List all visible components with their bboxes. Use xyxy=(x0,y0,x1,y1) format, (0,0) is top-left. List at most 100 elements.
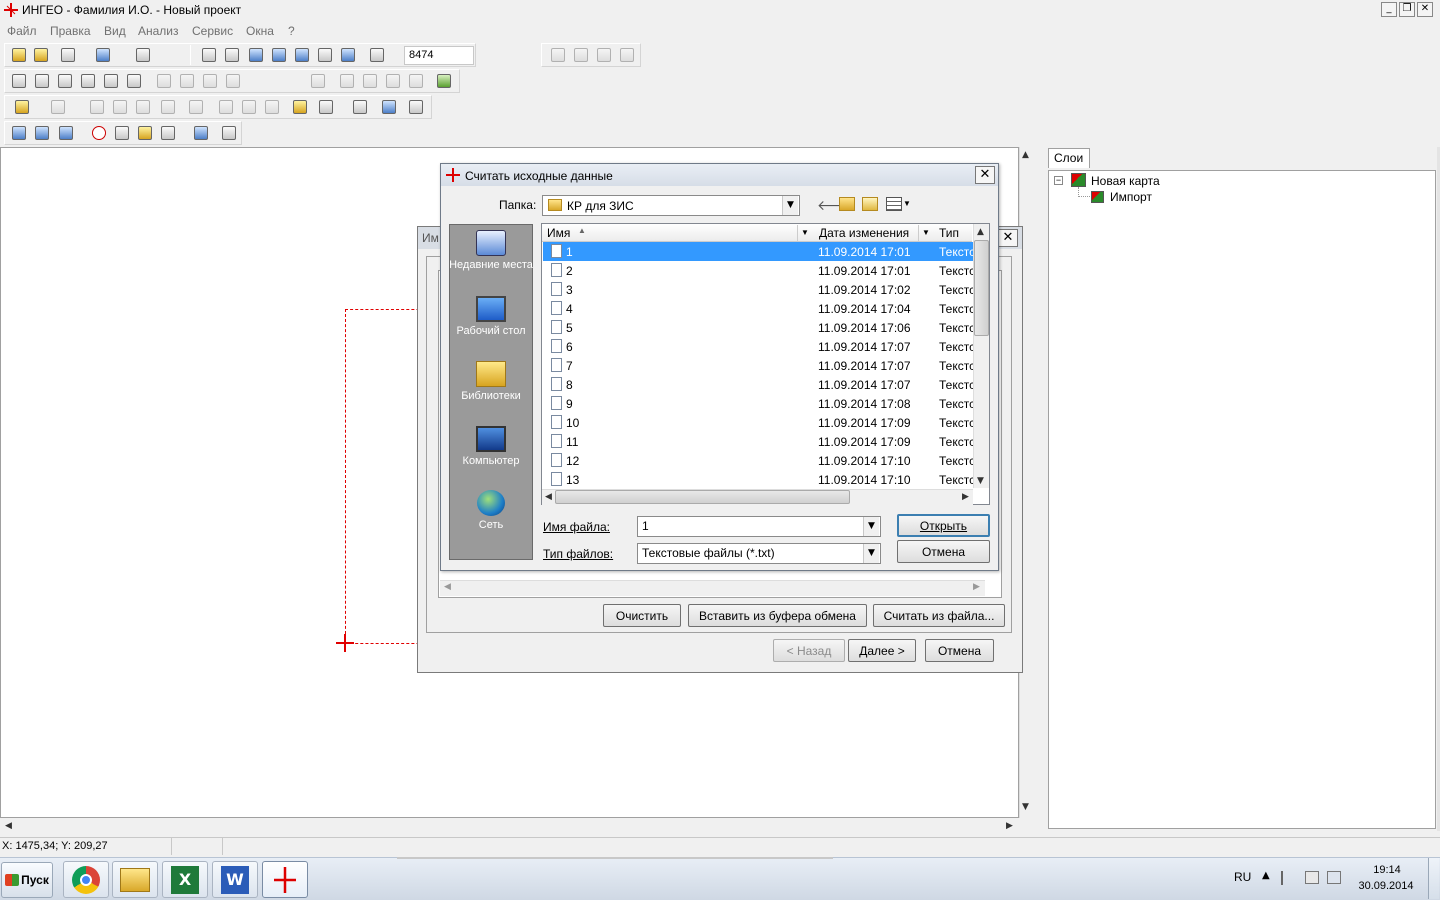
stop-button[interactable] xyxy=(89,123,109,143)
file-row[interactable]: 2 11.09.2014 17:01 Текстс xyxy=(543,261,975,280)
language-indicator[interactable]: RU xyxy=(1234,870,1251,884)
wizard-horizontal-scrollbar[interactable] xyxy=(440,580,985,596)
taskbar-explorer[interactable] xyxy=(112,861,158,898)
edit-tool-2-button[interactable] xyxy=(110,97,130,117)
taskbar-excel[interactable]: X xyxy=(162,861,208,898)
chevron-down-icon[interactable]: ▼ xyxy=(863,544,879,563)
zoom-previous-button[interactable] xyxy=(338,45,358,65)
disabled-select-1-button[interactable] xyxy=(154,71,174,91)
filetype-select[interactable]: Текстовые файлы (*.txt) xyxy=(637,543,881,564)
file-row[interactable]: 3 11.09.2014 17:02 Текстс xyxy=(543,280,975,299)
layer-tree-item[interactable]: Импорт xyxy=(1110,190,1152,204)
zoom-window-button[interactable] xyxy=(246,45,266,65)
scroll-thumb[interactable] xyxy=(555,490,850,504)
disabled-select-7-button[interactable] xyxy=(360,71,380,91)
paste-objects-button[interactable] xyxy=(290,97,310,117)
collapse-icon[interactable]: − xyxy=(1054,176,1063,185)
column-date[interactable]: Дата изменения xyxy=(819,226,909,240)
select-circle-button[interactable] xyxy=(78,71,98,91)
disabled-select-5-button[interactable] xyxy=(308,71,328,91)
disabled-tool-1-button[interactable] xyxy=(548,45,568,65)
menu-view[interactable]: Вид xyxy=(104,24,126,38)
file-row[interactable]: 11 11.09.2014 17:09 Текстс xyxy=(543,432,975,451)
close-button[interactable]: ✕ xyxy=(1417,2,1433,17)
file-row[interactable]: 8 11.09.2014 17:07 Текстс xyxy=(543,375,975,394)
edit-tool-4-button[interactable] xyxy=(158,97,178,117)
edit-tool-6-button[interactable] xyxy=(216,97,236,117)
disabled-tool-4-button[interactable] xyxy=(617,45,637,65)
taskbar-chrome[interactable] xyxy=(63,861,109,898)
taskbar-ingeo[interactable] xyxy=(262,861,308,898)
next-button[interactable]: Далее > xyxy=(848,639,916,662)
zoom-in-button[interactable] xyxy=(269,45,289,65)
file-row[interactable]: 10 11.09.2014 17:09 Текстс xyxy=(543,413,975,432)
properties-button[interactable] xyxy=(434,71,454,91)
scroll-left-arrow-icon[interactable]: ◀ xyxy=(5,821,12,831)
scroll-right-arrow-icon[interactable]: ▶ xyxy=(1006,821,1013,831)
file-row[interactable]: 5 11.09.2014 17:06 Текстс xyxy=(543,318,975,337)
select-node-button[interactable] xyxy=(32,71,52,91)
taskbar-word[interactable]: W xyxy=(212,861,258,898)
tray-device-icon[interactable] xyxy=(1305,871,1319,884)
folder-tool-button[interactable] xyxy=(135,123,155,143)
start-button[interactable]: Пуск xyxy=(1,862,53,898)
scale-input[interactable]: 8474 xyxy=(404,46,474,65)
column-type[interactable]: Тип xyxy=(939,226,959,240)
menu-analysis[interactable]: Анализ xyxy=(138,24,179,38)
undo-button[interactable] xyxy=(379,97,399,117)
restore-button[interactable]: ❐ xyxy=(1399,2,1415,17)
view-menu-icon[interactable] xyxy=(886,197,902,211)
minimize-button[interactable]: _ xyxy=(1381,2,1397,17)
disabled-select-4-button[interactable] xyxy=(223,71,243,91)
open-project-button[interactable] xyxy=(31,45,51,65)
file-row[interactable]: 12 11.09.2014 17:10 Текстс xyxy=(543,451,975,470)
disabled-select-8-button[interactable] xyxy=(383,71,403,91)
volume-icon[interactable] xyxy=(1327,871,1341,884)
attributes-button[interactable] xyxy=(350,97,370,117)
select-arrow-button[interactable] xyxy=(9,71,29,91)
disabled-select-6-button[interactable] xyxy=(337,71,357,91)
clear-button[interactable]: Очистить xyxy=(603,604,681,627)
scroll-right-arrow-icon[interactable]: ▶ xyxy=(962,492,969,502)
disabled-select-9-button[interactable] xyxy=(406,71,426,91)
view-menu-chevron-icon[interactable]: ▼ xyxy=(903,199,911,208)
file-row[interactable]: 13 11.09.2014 17:10 Текстс xyxy=(543,470,975,489)
file-row[interactable]: 9 11.09.2014 17:08 Текстс xyxy=(543,394,975,413)
create-object-button[interactable] xyxy=(12,97,32,117)
edit-tool-5-button[interactable] xyxy=(186,97,206,117)
scroll-thumb[interactable] xyxy=(974,240,989,336)
context-help-button[interactable] xyxy=(406,97,426,117)
file-row[interactable]: 6 11.09.2014 17:07 Текстс xyxy=(543,337,975,356)
layer-tree-root[interactable]: Новая карта xyxy=(1091,174,1160,188)
scroll-up-arrow-icon[interactable]: ▲ xyxy=(1022,150,1029,160)
place-libraries[interactable]: Библиотеки xyxy=(449,361,533,403)
scale-dropdown-button[interactable] xyxy=(367,45,387,65)
disabled-select-3-button[interactable] xyxy=(200,71,220,91)
scroll-left-arrow-icon[interactable]: ◀ xyxy=(545,492,552,502)
database-button[interactable] xyxy=(112,123,132,143)
place-network[interactable]: Сеть xyxy=(449,490,533,532)
edit-tool-7-button[interactable] xyxy=(239,97,259,117)
file-cancel-button[interactable]: Отмена xyxy=(897,540,990,563)
topology-3-button[interactable] xyxy=(56,123,76,143)
clock-time[interactable]: 19:14 xyxy=(1370,864,1404,876)
topology-2-button[interactable] xyxy=(32,123,52,143)
clock-date[interactable]: 30.09.2014 xyxy=(1356,880,1416,892)
file-row[interactable]: 7 11.09.2014 17:07 Текстс xyxy=(543,356,975,375)
menu-file[interactable]: Файл xyxy=(7,24,37,38)
place-computer[interactable]: Компьютер xyxy=(449,426,533,468)
column-filter-icon[interactable]: ▼ xyxy=(797,225,812,241)
menu-edit[interactable]: Правка xyxy=(50,24,91,38)
layout-tool-button[interactable] xyxy=(158,123,178,143)
zoom-all-button[interactable] xyxy=(315,45,335,65)
zoom-extent-button[interactable] xyxy=(199,45,219,65)
select-line-button[interactable] xyxy=(124,71,144,91)
scroll-down-arrow-icon[interactable]: ▼ xyxy=(977,476,984,486)
menu-windows[interactable]: Окна xyxy=(246,24,274,38)
canvas-horizontal-scrollbar[interactable] xyxy=(0,818,1019,834)
new-project-button[interactable] xyxy=(9,45,29,65)
print-button[interactable] xyxy=(133,45,153,65)
pan-button[interactable] xyxy=(222,45,242,65)
paste-clipboard-button[interactable]: Вставить из буфера обмена xyxy=(688,604,867,627)
chevron-down-icon[interactable]: ▼ xyxy=(782,196,798,215)
